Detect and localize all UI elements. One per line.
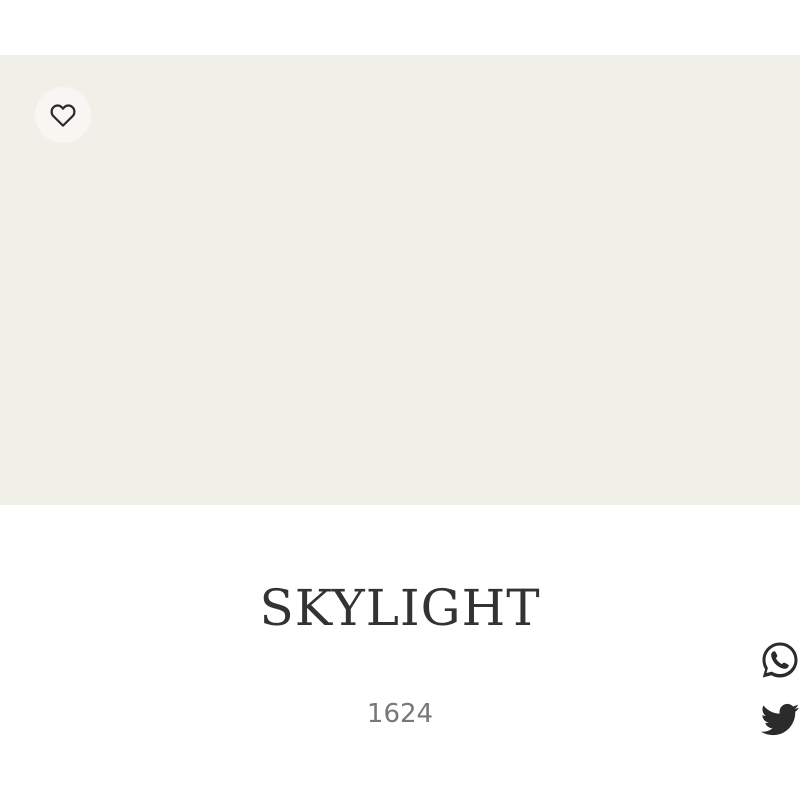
color-swatch: [0, 55, 800, 505]
share-twitter-button[interactable]: [760, 700, 800, 740]
favorite-button[interactable]: [35, 87, 91, 143]
heart-outline-icon: [50, 104, 76, 127]
whatsapp-icon: [762, 642, 798, 678]
color-name-title: SKYLIGHT: [259, 579, 541, 637]
twitter-icon: [760, 703, 800, 736]
color-code: 1624: [366, 699, 434, 729]
share-whatsapp-button[interactable]: [760, 640, 800, 680]
